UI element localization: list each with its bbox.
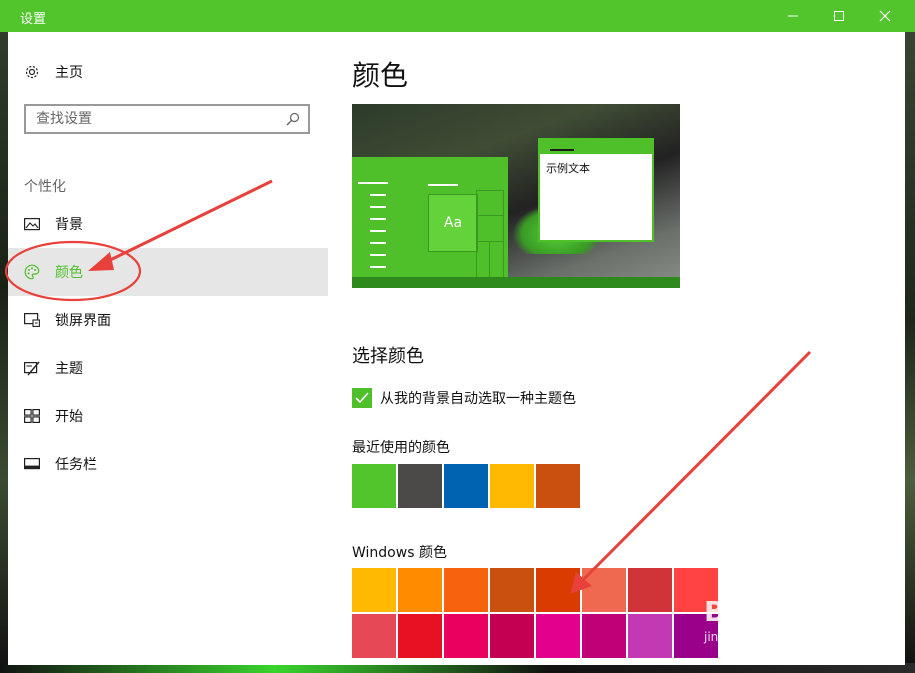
wallpaper-right bbox=[905, 32, 915, 673]
close-button[interactable] bbox=[862, 0, 908, 32]
nav-home-label: 主页 bbox=[55, 65, 83, 81]
recent-colors-label: 最近使用的颜色 bbox=[352, 440, 450, 456]
windows-color-swatch[interactable] bbox=[628, 568, 672, 612]
sidebar-item-colors[interactable]: 颜色 bbox=[8, 248, 328, 296]
preview-taskbar bbox=[352, 277, 680, 288]
picture-icon bbox=[24, 216, 40, 232]
windows-color-swatch[interactable] bbox=[444, 614, 488, 658]
windows-color-swatch[interactable] bbox=[674, 614, 718, 658]
recent-color-swatch[interactable] bbox=[536, 464, 580, 508]
windows-color-swatch[interactable] bbox=[398, 614, 442, 658]
windows-colors-label: Windows 颜色 bbox=[352, 545, 447, 561]
nav-home[interactable]: 主页 bbox=[8, 48, 328, 96]
section-personalization: 个性化 bbox=[24, 179, 66, 195]
preview-app-list bbox=[358, 182, 388, 278]
windows-color-swatch[interactable] bbox=[582, 614, 626, 658]
windows-color-swatch[interactable] bbox=[582, 568, 626, 612]
recent-colors-grid bbox=[352, 464, 582, 508]
choose-color-heading: 选择颜色 bbox=[352, 346, 424, 367]
preview-window: 示例文本 bbox=[538, 138, 654, 242]
preview-sample-text: 示例文本 bbox=[546, 162, 590, 175]
recent-color-swatch[interactable] bbox=[352, 464, 396, 508]
windows-color-swatch[interactable] bbox=[352, 568, 396, 612]
preview-tile: Aa bbox=[428, 194, 478, 252]
sidebar: 主页 个性化 背景 颜色 锁屏界面 bbox=[8, 32, 328, 665]
preview-tiles-header bbox=[428, 184, 458, 186]
windows-color-swatch[interactable] bbox=[628, 614, 672, 658]
windows-color-swatch[interactable] bbox=[536, 614, 580, 658]
start-icon bbox=[24, 408, 40, 424]
sidebar-item-label: 主题 bbox=[55, 361, 83, 377]
close-icon bbox=[879, 10, 891, 22]
sidebar-item-lock-screen[interactable]: 锁屏界面 bbox=[8, 296, 328, 344]
sidebar-item-taskbar[interactable]: 任务栏 bbox=[8, 440, 328, 488]
sidebar-item-background[interactable]: 背景 bbox=[8, 200, 328, 248]
maximize-button[interactable] bbox=[816, 0, 862, 32]
windows-color-swatch[interactable] bbox=[536, 568, 580, 612]
settings-window: 设置 主页 个性化 背景 bbox=[0, 0, 915, 665]
windows-color-swatch[interactable] bbox=[674, 568, 718, 612]
sidebar-item-label: 颜色 bbox=[55, 265, 83, 281]
auto-pick-accent-checkbox[interactable]: 从我的背景自动选取一种主题色 bbox=[352, 388, 576, 408]
color-preview: Aa 示例文本 bbox=[352, 104, 680, 288]
title-bar[interactable]: 设置 bbox=[0, 0, 915, 32]
windows-colors-row bbox=[352, 568, 720, 612]
checkmark-icon bbox=[355, 392, 369, 404]
gear-icon bbox=[24, 64, 40, 80]
auto-pick-label: 从我的背景自动选取一种主题色 bbox=[380, 391, 576, 407]
windows-color-swatch[interactable] bbox=[444, 568, 488, 612]
page-title: 颜色 bbox=[352, 59, 409, 92]
sidebar-item-label: 开始 bbox=[55, 409, 83, 425]
recent-color-swatch[interactable] bbox=[444, 464, 488, 508]
preview-tile-grid bbox=[476, 190, 504, 278]
search-input[interactable] bbox=[26, 106, 286, 132]
windows-color-swatch[interactable] bbox=[352, 614, 396, 658]
preview-window-titlebar bbox=[540, 140, 652, 154]
maximize-icon bbox=[834, 11, 844, 21]
windows-color-swatch[interactable] bbox=[490, 614, 534, 658]
theme-icon bbox=[24, 360, 40, 376]
wallpaper-left bbox=[0, 32, 8, 673]
checkbox-box[interactable] bbox=[352, 388, 372, 408]
main-content: 颜色 Aa 示例文本 选择颜色 从我的背景自动选取一种主题色 最近使用的颜色 W… bbox=[352, 32, 905, 665]
window-title: 设置 bbox=[20, 12, 47, 27]
windows-color-swatch[interactable] bbox=[490, 568, 534, 612]
recent-color-swatch[interactable] bbox=[398, 464, 442, 508]
search-box[interactable] bbox=[24, 104, 310, 134]
minimize-icon bbox=[788, 15, 798, 17]
sidebar-item-label: 锁屏界面 bbox=[55, 313, 111, 329]
sidebar-item-label: 背景 bbox=[55, 217, 83, 233]
sidebar-item-label: 任务栏 bbox=[55, 457, 97, 473]
recent-color-swatch[interactable] bbox=[490, 464, 534, 508]
windows-colors-row bbox=[352, 614, 720, 658]
taskbar-icon bbox=[24, 456, 40, 472]
sidebar-item-themes[interactable]: 主题 bbox=[8, 344, 328, 392]
lock-screen-icon bbox=[24, 312, 40, 328]
search-icon[interactable] bbox=[286, 112, 300, 126]
minimize-button[interactable] bbox=[770, 0, 816, 32]
palette-icon bbox=[24, 264, 40, 280]
sidebar-item-start[interactable]: 开始 bbox=[8, 392, 328, 440]
windows-color-swatch[interactable] bbox=[398, 568, 442, 612]
